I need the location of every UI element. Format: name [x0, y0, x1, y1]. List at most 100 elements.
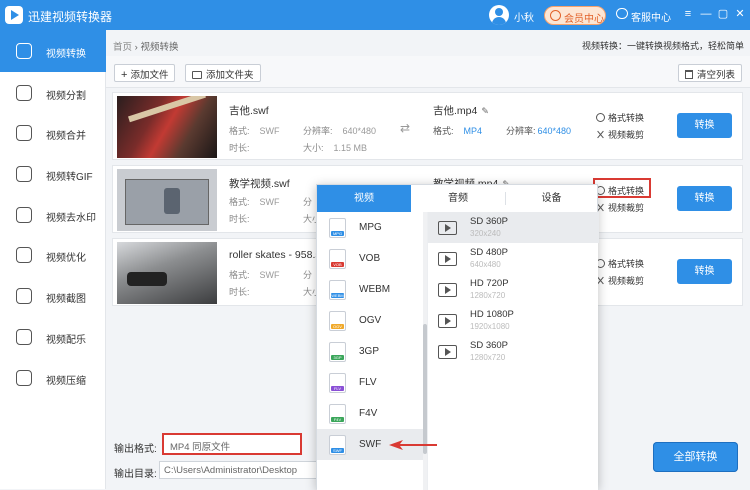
format-name: MPG — [359, 222, 382, 233]
duration-label: 时长: — [229, 214, 250, 224]
pencil-icon[interactable]: ✎ — [481, 106, 489, 117]
format-value: SWF — [259, 126, 280, 136]
output-format: 格式: MP4 — [433, 124, 482, 137]
file-duration: 时长: — [229, 141, 250, 154]
format-item-mpg[interactable]: MPG MPG — [317, 212, 423, 243]
format-item-3gp[interactable]: 3GP 3GP — [317, 336, 423, 367]
tab-device[interactable]: 设备 — [505, 185, 598, 212]
file-row: 吉他.swf 格式: SWF 分辨率: 640*480 时长: 大小: 1.15 MB… — [112, 92, 743, 160]
resolution-value: 640*480 — [342, 126, 377, 136]
format-convert-label: 格式转换 — [608, 259, 645, 269]
breadcrumb-current: 视频转换 — [140, 42, 179, 53]
thumbnail-content — [125, 179, 209, 225]
format-item-webm[interactable]: WEBM WEBM — [317, 274, 423, 305]
sidebar-item-video-convert[interactable]: 视频转换 — [0, 30, 106, 72]
output-format-select[interactable]: MP4 同原文件 — [162, 433, 302, 455]
sidebar-item-video-gif[interactable]: 视频转GIF — [0, 153, 106, 195]
trash-icon — [685, 70, 693, 79]
format-name: VOB — [359, 253, 381, 264]
minimize-icon[interactable]: — — [700, 8, 712, 20]
resolution-label: 分辨率: — [303, 126, 333, 136]
screenshot-icon — [16, 288, 32, 304]
add-file-button[interactable]: + 添加文件 — [114, 64, 176, 82]
sidebar-item-video-split[interactable]: 视频分割 — [0, 72, 106, 114]
vip-center-button[interactable]: 会员中心 — [544, 6, 606, 25]
tab-audio[interactable]: 音频 — [411, 185, 505, 212]
swap-arrows-icon: ⇄ — [400, 121, 411, 135]
file-name: roller skates - 958.s — [229, 249, 321, 261]
convert-button[interactable]: 转换 — [677, 113, 732, 138]
size-label: 大小: — [303, 143, 324, 153]
sidebar-item-compress[interactable]: 视频压缩 — [0, 357, 106, 399]
plus-icon: + — [121, 69, 128, 81]
output-resolution-value: 640*480 — [537, 126, 572, 136]
avatar[interactable] — [489, 5, 509, 25]
tab-video[interactable]: 视频 — [317, 185, 411, 212]
mpg-file-icon: MPG — [329, 218, 346, 238]
sidebar-item-watermark[interactable]: 视频去水印 — [0, 194, 106, 236]
menu-icon[interactable]: ≡ — [682, 8, 694, 20]
quality-item[interactable]: HD 720P 1280x720 — [428, 274, 599, 305]
scissors-icon — [596, 130, 605, 139]
video-thumbnail — [117, 242, 217, 304]
video-file-icon — [438, 314, 457, 328]
format-label: 格式: — [433, 126, 454, 136]
output-dir-field[interactable]: C:\Users\Administrator\Desktop — [159, 461, 319, 479]
sidebar-item-optimize[interactable]: 视频优化 — [0, 234, 106, 276]
3gp-file-icon: 3GP — [329, 342, 346, 362]
sidebar-item-label: 视频转换 — [46, 49, 86, 60]
tagline: 视频转换：一键转换视频格式，轻松简单 — [581, 41, 744, 51]
optimize-icon — [16, 247, 32, 263]
annotation-arrow-icon — [389, 440, 437, 450]
format-item-flv[interactable]: FLV FLV — [317, 367, 423, 398]
format-convert-button[interactable]: 格式转换 — [596, 111, 644, 124]
restore-icon[interactable]: ▢ — [717, 8, 729, 20]
format-convert-button[interactable]: 格式转换 — [596, 257, 644, 270]
format-item-f4v[interactable]: F4V F4V — [317, 398, 423, 429]
file-resolution: 分辨率: 640*480 — [303, 124, 376, 137]
add-folder-button[interactable]: 添加文件夹 — [185, 64, 261, 82]
quality-list: SD 360P 320x240 SD 480P 640x480 HD 720P 128… — [427, 212, 599, 490]
output-file-name[interactable]: 吉他.mp4 ✎ — [433, 103, 489, 118]
format-name: F4V — [359, 408, 378, 419]
file-format: 格式: SWF — [229, 124, 280, 137]
video-crop-button[interactable]: 视频裁剪 — [596, 274, 644, 287]
video-file-icon — [438, 252, 457, 266]
convert-button[interactable]: 转换 — [677, 259, 732, 284]
format-value: SWF — [259, 270, 280, 280]
video-crop-button[interactable]: 视频裁剪 — [596, 201, 644, 214]
file-format: 格式: SWF — [229, 195, 280, 208]
sidebar-item-label: 视频合并 — [46, 131, 86, 142]
clear-list-button[interactable]: 清空列表 — [678, 64, 743, 82]
quality-title: SD 480P — [470, 247, 509, 258]
video-crop-label: 视频裁剪 — [608, 130, 645, 140]
video-thumbnail — [117, 96, 217, 158]
quality-item[interactable]: SD 360P 1280x720 — [428, 336, 599, 367]
output-resolution: 分辨率: 640*480 — [506, 124, 571, 137]
quality-item[interactable]: SD 480P 640x480 — [428, 243, 599, 274]
format-convert-highlight — [593, 178, 651, 198]
format-label: 格式: — [229, 126, 250, 136]
sidebar-item-video-merge[interactable]: 视频合并 — [0, 112, 106, 154]
sidebar-item-music[interactable]: 视频配乐 — [0, 316, 106, 358]
convert-button[interactable]: 转换 — [677, 186, 732, 211]
clear-list-label: 清空列表 — [697, 70, 736, 81]
file-name: 教学视频.swf — [229, 178, 290, 190]
file-duration: 时长: — [229, 212, 250, 225]
crown-icon — [550, 10, 561, 21]
username[interactable]: 小秋 — [514, 9, 534, 24]
close-icon[interactable]: ✕ — [734, 8, 746, 20]
quality-item[interactable]: HD 1080P 1920x1080 — [428, 305, 599, 336]
quality-item[interactable]: SD 360P 320x240 — [428, 212, 599, 243]
sidebar-item-screenshot[interactable]: 视频截图 — [0, 275, 106, 317]
folder-icon — [192, 71, 202, 79]
format-item-vob[interactable]: VOB VOB — [317, 243, 423, 274]
convert-all-button[interactable]: 全部转换 — [653, 442, 738, 472]
chat-icon — [616, 8, 628, 19]
format-item-ogv[interactable]: OGV OGV — [317, 305, 423, 336]
video-crop-button[interactable]: 视频裁剪 — [596, 128, 644, 141]
customer-service-label: 客服中心 — [631, 13, 671, 24]
quality-resolution: 1920x1080 — [470, 322, 510, 331]
quality-resolution: 640x480 — [470, 260, 501, 269]
breadcrumb-home[interactable]: 首页 — [113, 42, 132, 53]
